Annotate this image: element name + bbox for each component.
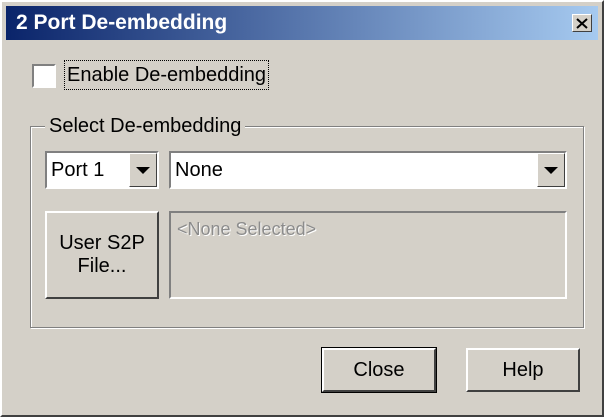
close-button[interactable]: Close [321, 347, 437, 393]
port-select-value: Port 1 [51, 159, 105, 181]
deembedding-select[interactable]: None [169, 151, 567, 189]
close-icon[interactable] [572, 14, 592, 32]
selected-file-display: <None Selected> [169, 211, 567, 299]
chevron-down-icon[interactable] [537, 153, 565, 187]
select-deembedding-group: Select De-embedding Port 1 None User S2P… [30, 113, 584, 328]
port-select[interactable]: Port 1 [45, 151, 159, 189]
group-label: Select De-embedding [45, 113, 246, 139]
enable-deembedding-checkbox[interactable] [32, 64, 56, 88]
help-button[interactable]: Help [466, 348, 580, 392]
close-x-glyph [576, 17, 588, 29]
user-s2p-file-label-line2: File... [77, 255, 127, 277]
title-bar[interactable]: 2 Port De-embedding [6, 6, 598, 40]
chevron-down-icon[interactable] [129, 153, 157, 187]
window-title: 2 Port De-embedding [16, 11, 228, 34]
deembedding-select-value: None [175, 159, 223, 181]
user-s2p-file-label-line1: User S2P [59, 232, 145, 254]
selected-file-text: <None Selected> [177, 219, 317, 239]
user-s2p-file-button[interactable]: User S2P File... [45, 211, 159, 299]
dialog-window: 2 Port De-embedding Enable De-embedding … [0, 0, 604, 417]
enable-deembedding-label[interactable]: Enable De-embedding [64, 60, 270, 90]
